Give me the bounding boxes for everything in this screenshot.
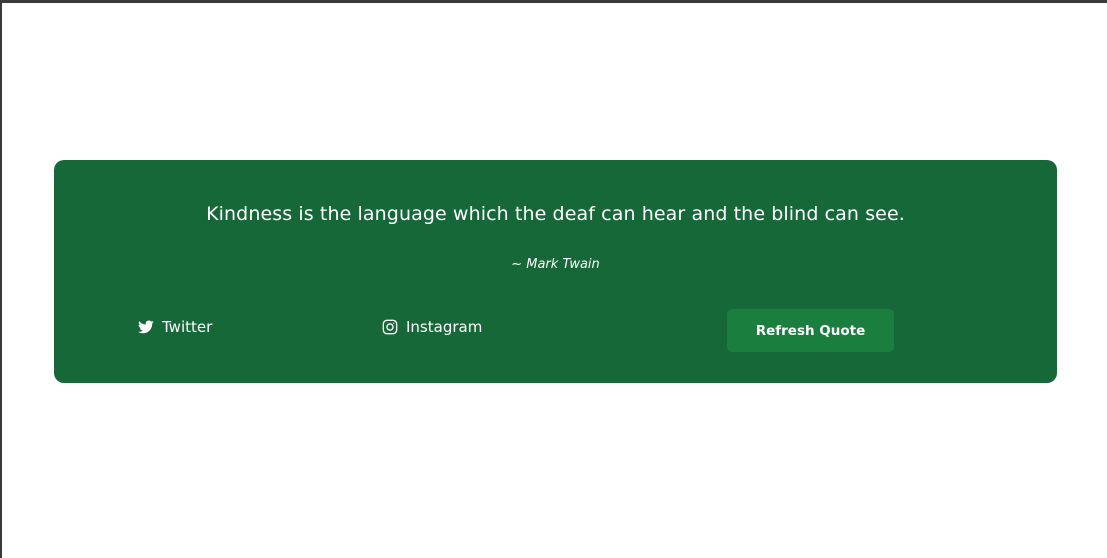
instagram-link[interactable]: Instagram xyxy=(382,318,482,336)
refresh-quote-button[interactable]: Refresh Quote xyxy=(727,309,894,352)
twitter-label: Twitter xyxy=(162,318,213,336)
quote-text: Kindness is the language which the deaf … xyxy=(206,203,905,225)
instagram-icon xyxy=(382,319,398,335)
instagram-label: Instagram xyxy=(406,318,483,336)
quote-card: Kindness is the language which the deaf … xyxy=(54,160,1057,383)
twitter-icon xyxy=(138,319,154,335)
twitter-link[interactable]: Twitter xyxy=(138,318,212,336)
quote-author: ~ Mark Twain xyxy=(511,257,600,272)
